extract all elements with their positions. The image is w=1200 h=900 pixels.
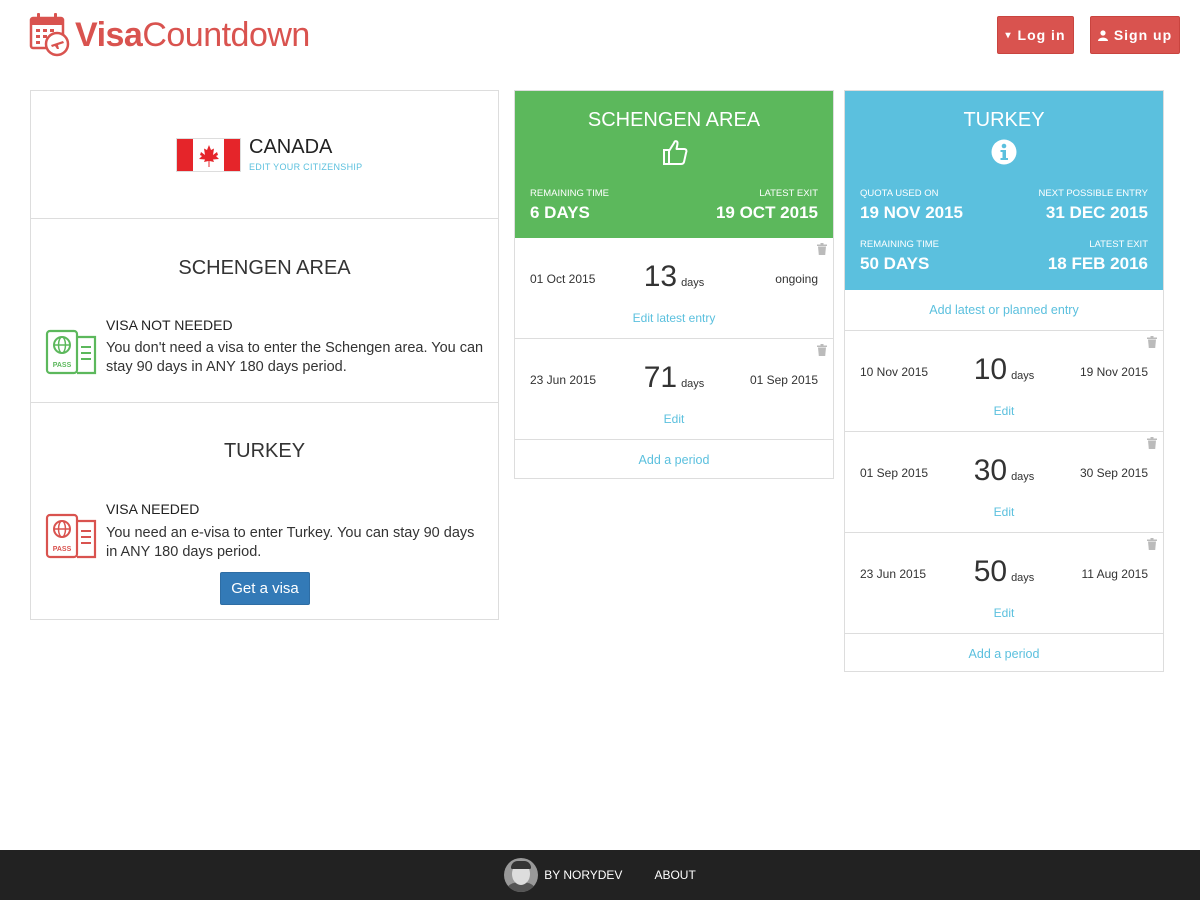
schengen-card-header: SCHENGEN AREA REMAINING TIME 6 DAYS LATE…: [515, 91, 833, 238]
thumbs-up-icon: [663, 140, 688, 165]
citizenship-section: CANADA EDIT YOUR CITIZENSHIP: [31, 91, 498, 219]
entry-days-count: 13: [643, 260, 678, 293]
edit-citizenship-link[interactable]: EDIT YOUR CITIZENSHIP: [249, 162, 362, 172]
get-visa-button[interactable]: Get a visa: [220, 572, 310, 605]
trash-icon[interactable]: [1147, 538, 1157, 550]
period-entry: 10 Nov 2015 10 days 19 Nov 2015 Edit: [845, 331, 1163, 432]
citizenship-panel: CANADA EDIT YOUR CITIZENSHIP SCHENGEN AR…: [30, 90, 499, 620]
entry-end-date: ongoing: [775, 272, 818, 286]
entry-days-unit: days: [681, 378, 705, 390]
entry-end-date: 19 Nov 2015: [1079, 365, 1148, 379]
card-title: TURKEY: [963, 109, 1045, 131]
trash-icon[interactable]: [817, 344, 827, 356]
user-icon: [1097, 29, 1108, 41]
logo-text: VisaCountdown: [75, 16, 310, 54]
remaining-time-label: REMAINING TIME: [860, 239, 939, 250]
info-icon: [991, 139, 1017, 165]
trash-icon[interactable]: [1147, 336, 1157, 348]
quota-used-label: QUOTA USED ON: [860, 188, 939, 199]
edit-entry-link[interactable]: Edit: [845, 606, 1163, 620]
latest-exit-value: 19 OCT 2015: [715, 203, 818, 222]
latest-exit-label: LATEST EXIT: [1089, 239, 1148, 250]
entry-days-unit: days: [1011, 471, 1035, 483]
passport-icon: PASS: [45, 329, 97, 375]
logo[interactable]: VisaCountdown: [29, 12, 310, 58]
citizenship-country: CANADA: [249, 136, 333, 158]
edit-entry-link[interactable]: Edit latest entry: [515, 311, 833, 325]
about-link[interactable]: ABOUT: [654, 868, 695, 882]
remaining-time-label: REMAINING TIME: [530, 188, 609, 199]
caret-down-icon: ▾: [1005, 29, 1012, 41]
next-entry-label: NEXT POSSIBLE ENTRY: [1038, 188, 1148, 199]
entry-days-count: 10: [973, 353, 1008, 386]
period-entry: 23 Jun 2015 50 days 11 Aug 2015 Edit: [845, 533, 1163, 634]
entry-end-date: 01 Sep 2015: [749, 373, 818, 387]
add-entry-link[interactable]: Add latest or planned entry: [845, 290, 1163, 331]
next-entry-value: 31 DEC 2015: [1045, 203, 1148, 222]
footer: BY NORYDEV ABOUT: [0, 850, 1200, 900]
calendar-plane-icon: [29, 13, 70, 57]
author-link[interactable]: BY NORYDEV: [544, 868, 622, 882]
entry-end-date: 11 Aug 2015: [1081, 567, 1148, 581]
entry-days-count: 30: [973, 454, 1008, 487]
edit-entry-link[interactable]: Edit: [845, 404, 1163, 418]
remaining-time-value: 6 DAYS: [530, 203, 590, 222]
entry-end-date: 30 Sep 2015: [1079, 466, 1148, 480]
avatar[interactable]: [504, 858, 539, 892]
passport-icon: PASS: [45, 513, 97, 559]
card-title: SCHENGEN AREA: [587, 109, 761, 131]
maple-leaf-icon: [199, 145, 219, 167]
svg-text:PASS: PASS: [53, 546, 72, 553]
turkey-card-header: TURKEY QUOTA USED ON 19 NOV 2015 NEXT PO…: [845, 91, 1163, 290]
requirement-turkey: TURKEY PASS VISA NEEDED You need an e-vi…: [31, 403, 498, 619]
remaining-time-value: 50 DAYS: [860, 254, 930, 273]
zone-status: VISA NOT NEEDED: [106, 317, 233, 333]
latest-exit-value: 18 FEB 2016: [1047, 254, 1148, 273]
edit-entry-link[interactable]: Edit: [845, 505, 1163, 519]
entry-days-count: 50: [973, 555, 1008, 588]
zone-description: You need an e-visa to enter Turkey. You …: [106, 525, 475, 560]
period-entry: 01 Oct 2015 13 days ongoing Edit latest e…: [515, 238, 833, 339]
entry-days-unit: days: [1011, 572, 1035, 584]
zone-title: SCHENGEN AREA: [178, 257, 351, 279]
svg-text:PASS: PASS: [53, 362, 72, 369]
add-period-link[interactable]: Add a period: [845, 634, 1163, 674]
signup-button[interactable]: Sign up: [1090, 16, 1180, 54]
zone-description: You don't need a visa to enter the Schen…: [106, 340, 484, 375]
canada-flag: [176, 138, 241, 172]
entry-days-unit: days: [681, 277, 705, 289]
entry-days-count: 71: [643, 361, 678, 394]
edit-entry-link[interactable]: Edit: [515, 412, 833, 426]
schengen-card: SCHENGEN AREA REMAINING TIME 6 DAYS LATE…: [514, 90, 834, 479]
zone-status: VISA NEEDED: [106, 501, 200, 517]
entry-days-unit: days: [1011, 370, 1035, 382]
turkey-card: TURKEY QUOTA USED ON 19 NOV 2015 NEXT PO…: [844, 90, 1164, 672]
add-period-link[interactable]: Add a period: [515, 440, 833, 480]
trash-icon[interactable]: [817, 243, 827, 255]
login-button[interactable]: ▾ Log in: [997, 16, 1074, 54]
trash-icon[interactable]: [1147, 437, 1157, 449]
latest-exit-label: LATEST EXIT: [759, 188, 818, 199]
period-entry: 23 Jun 2015 71 days 01 Sep 2015 Edit: [515, 339, 833, 440]
zone-title: TURKEY: [223, 440, 306, 462]
quota-used-value: 19 NOV 2015: [860, 203, 964, 222]
period-entry: 01 Sep 2015 30 days 30 Sep 2015 Edit: [845, 432, 1163, 533]
requirement-schengen: SCHENGEN AREA PASS VISA NOT NEEDED You d…: [31, 219, 498, 403]
